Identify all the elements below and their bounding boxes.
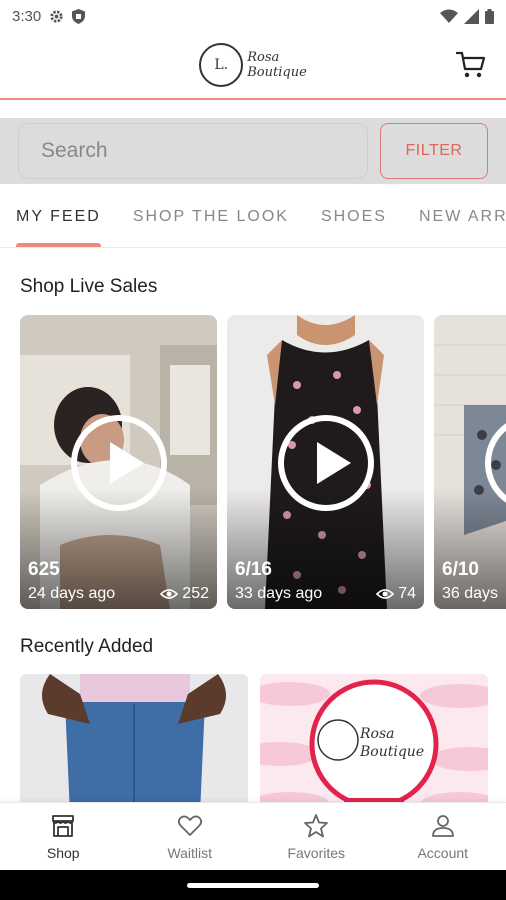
nav-label: Favorites: [287, 844, 346, 861]
view-count: 252: [182, 585, 209, 602]
svg-text:Boutique: Boutique: [359, 744, 424, 760]
svg-text:Rosa: Rosa: [359, 726, 395, 742]
tab-shoes[interactable]: SHOES: [305, 186, 403, 247]
live-sales-carousel: 625 24 days ago 252 6/16 33 days ago 74 …: [20, 315, 506, 609]
app-header: L. Rosa Boutique: [0, 32, 506, 100]
status-bar: 3:30: [0, 0, 506, 32]
play-icon[interactable]: [277, 415, 374, 511]
product-card[interactable]: Rosa Boutique: [260, 674, 488, 802]
nav-waitlist[interactable]: Waitlist: [127, 803, 254, 870]
logo-text-rosa: Rosa: [247, 50, 280, 65]
wifi-icon: [440, 9, 458, 23]
settings-gear-icon: [50, 9, 63, 23]
nav-label: Waitlist: [167, 844, 213, 861]
status-time: 3:30: [12, 7, 42, 25]
active-tab-indicator: [16, 242, 101, 247]
system-navigation-bar: [0, 870, 506, 900]
recently-added-carousel: Rosa Boutique: [20, 674, 506, 802]
search-input[interactable]: Search: [18, 123, 368, 179]
live-sale-card[interactable]: 6/16 33 days ago 74: [227, 315, 424, 609]
eye-icon: [376, 589, 395, 599]
tab-my-feed[interactable]: MY FEED: [0, 186, 117, 247]
play-icon[interactable]: [70, 415, 167, 511]
filter-button[interactable]: FILTER: [380, 123, 488, 179]
nav-account[interactable]: Account: [380, 803, 506, 870]
search-bar: Search FILTER: [0, 118, 506, 184]
sale-age: 33 days ago: [235, 585, 323, 602]
logo-text-boutique: Boutique: [247, 65, 307, 80]
bottom-navigation: Shop Waitlist Favorites Account: [0, 802, 506, 870]
heart-icon: [177, 815, 202, 836]
tab-label: MY FEED: [16, 207, 101, 225]
cart-icon[interactable]: [456, 50, 486, 80]
nav-favorites[interactable]: Favorites: [253, 803, 380, 870]
tab-label: NEW ARR: [418, 207, 506, 225]
eye-icon: [160, 589, 179, 599]
product-image: [20, 674, 248, 802]
shop-icon: [52, 814, 75, 837]
logo-mark: L.: [199, 43, 244, 87]
tab-label: SHOP THE LOOK: [132, 207, 289, 225]
sale-number: 6/10: [442, 559, 479, 580]
sale-number: 625: [28, 559, 60, 580]
tab-shop-the-look[interactable]: SHOP THE LOOK: [117, 186, 305, 247]
live-sale-card[interactable]: 6/10 36 days: [434, 315, 506, 609]
home-gesture-handle[interactable]: [187, 883, 319, 888]
product-card[interactable]: [20, 674, 248, 802]
recently-added-heading: Recently Added: [20, 636, 154, 657]
sale-number: 6/16: [235, 559, 272, 580]
view-count: 74: [398, 585, 416, 602]
product-image: Rosa Boutique: [260, 674, 488, 802]
live-sales-heading: Shop Live Sales: [20, 276, 158, 297]
sale-age: 24 days ago: [28, 585, 116, 602]
shield-icon: [72, 8, 86, 24]
nav-shop[interactable]: Shop: [0, 803, 127, 870]
star-icon: [304, 813, 329, 837]
live-sale-card[interactable]: 625 24 days ago 252: [20, 315, 217, 609]
sale-age: 36 days: [442, 585, 499, 602]
battery-icon: [485, 8, 494, 24]
tab-new-arrivals[interactable]: NEW ARR: [403, 186, 506, 247]
cell-signal-icon: [464, 8, 479, 24]
nav-label: Shop: [46, 844, 80, 861]
tab-label: SHOES: [320, 207, 387, 225]
nav-label: Account: [417, 844, 469, 861]
person-icon: [431, 814, 454, 837]
category-tabs: MY FEED SHOP THE LOOK SHOES NEW ARR: [0, 186, 506, 248]
rosa-boutique-logo[interactable]: L. Rosa Boutique: [199, 43, 307, 87]
